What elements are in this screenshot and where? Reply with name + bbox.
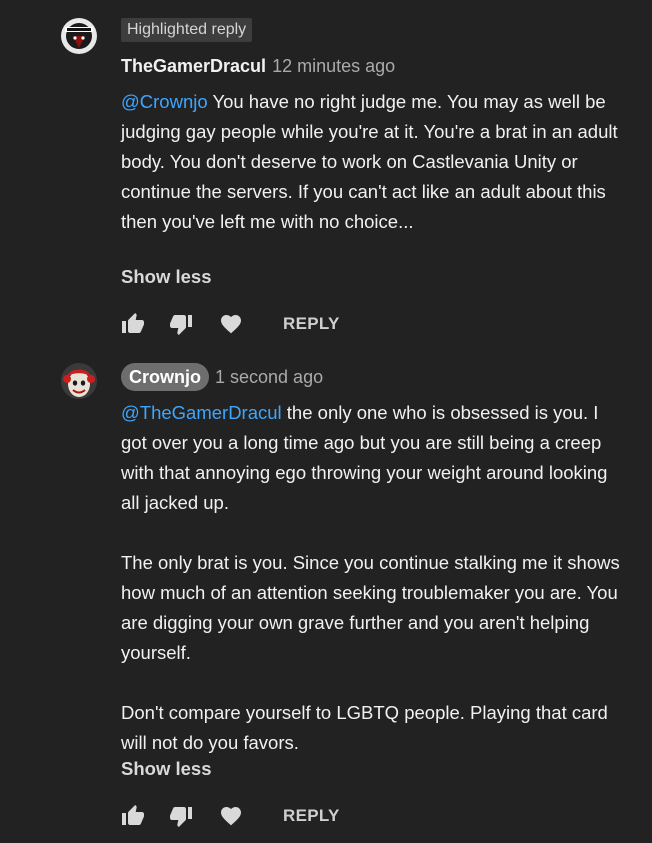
author-line: Crownjo 1 second ago (121, 363, 323, 391)
highlighted-reply-badge: Highlighted reply (121, 18, 253, 42)
avatar-crownjo[interactable] (61, 363, 97, 399)
avatar-thegamerdracul[interactable] (61, 18, 97, 54)
comment-timestamp[interactable]: 12 minutes ago (272, 56, 395, 76)
author-name[interactable]: TheGamerDracul (121, 56, 266, 76)
author-line: TheGamerDracul 12 minutes ago (121, 56, 395, 77)
like-icon[interactable] (121, 804, 145, 828)
heart-icon[interactable] (219, 804, 243, 828)
comment-paragraph: The only brat is you. Since you continue… (121, 552, 620, 663)
author-name-chip[interactable]: Crownjo (121, 363, 209, 391)
comment-body: @Crownjo You have no right judge me. You… (121, 87, 626, 237)
reply-button[interactable]: REPLY (283, 804, 340, 828)
comment-paragraph: Don't compare yourself to LGBTQ people. … (121, 702, 608, 753)
comment-paragraph: @Crownjo You have no right judge me. You… (121, 91, 618, 232)
show-less-button[interactable]: Show less (121, 758, 211, 780)
reply-button[interactable]: REPLY (283, 312, 340, 336)
comment-timestamp[interactable]: 1 second ago (215, 367, 323, 387)
mention-link[interactable]: @Crownjo (121, 91, 208, 112)
dislike-icon[interactable] (169, 804, 193, 828)
heart-icon[interactable] (219, 312, 243, 336)
dislike-icon[interactable] (169, 312, 193, 336)
comment-body: @TheGamerDracul the only one who is obse… (121, 398, 626, 758)
show-less-button[interactable]: Show less (121, 266, 211, 288)
comment-paragraph: @TheGamerDracul the only one who is obse… (121, 402, 608, 513)
mention-link[interactable]: @TheGamerDracul (121, 402, 282, 423)
like-icon[interactable] (121, 312, 145, 336)
